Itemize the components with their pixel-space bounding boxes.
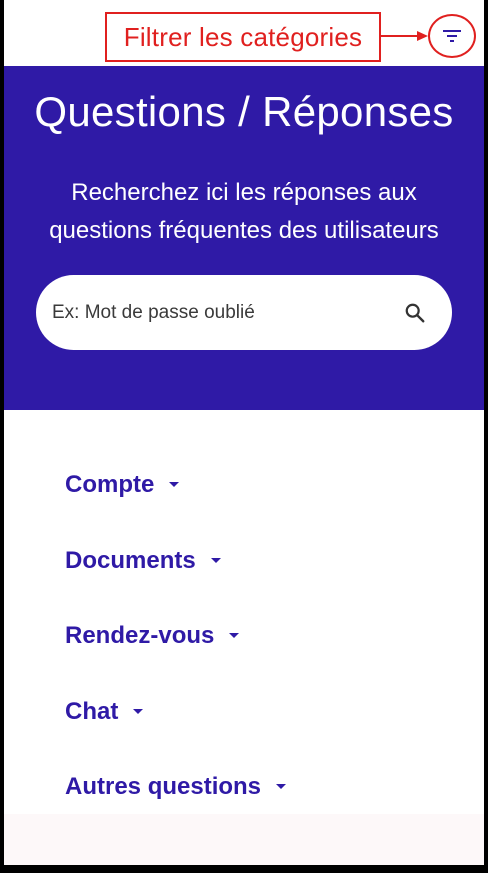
top-bar: Filtrer les catégories <box>4 0 484 66</box>
search-bar <box>36 275 452 350</box>
search-icon <box>405 303 425 322</box>
page-title: Questions / Réponses <box>34 88 454 135</box>
subtitle-line-2: questions fréquentes des utilisateurs <box>49 217 439 244</box>
caret-down-icon <box>210 557 222 565</box>
category-rendez-vous[interactable]: Rendez-vous <box>65 616 240 656</box>
filter-list-icon <box>443 30 461 42</box>
category-label: Documents <box>65 547 196 574</box>
hero-banner: Questions / Réponses Recherchez ici les … <box>4 66 484 410</box>
filter-annotation-callout: Filtrer les catégories <box>105 12 381 62</box>
footer-area <box>4 814 484 865</box>
search-input[interactable] <box>50 300 402 325</box>
category-label: Compte <box>65 471 155 498</box>
search-button[interactable] <box>402 300 428 326</box>
annotation-arrow-icon <box>381 31 428 41</box>
category-label: Rendez-vous <box>65 622 215 649</box>
caret-down-icon <box>132 708 144 716</box>
caret-down-icon <box>275 783 287 791</box>
category-autres-questions[interactable]: Autres questions <box>65 767 287 807</box>
category-list: Compte Documents Rendez-vous Chat Autres… <box>4 410 484 814</box>
category-compte[interactable]: Compte <box>65 465 180 505</box>
category-chat[interactable]: Chat <box>65 692 144 732</box>
page-subtitle: Recherchez ici les réponses aux question… <box>4 174 484 250</box>
category-documents[interactable]: Documents <box>65 541 222 581</box>
caret-down-icon <box>168 481 180 489</box>
app-screen: Filtrer les catégories Questions / Répon… <box>4 0 484 865</box>
category-label: Autres questions <box>65 773 262 800</box>
subtitle-line-1: Recherchez ici les réponses aux <box>71 179 417 206</box>
filter-categories-button[interactable] <box>428 14 476 58</box>
caret-down-icon <box>228 632 240 640</box>
category-label: Chat <box>65 698 119 725</box>
